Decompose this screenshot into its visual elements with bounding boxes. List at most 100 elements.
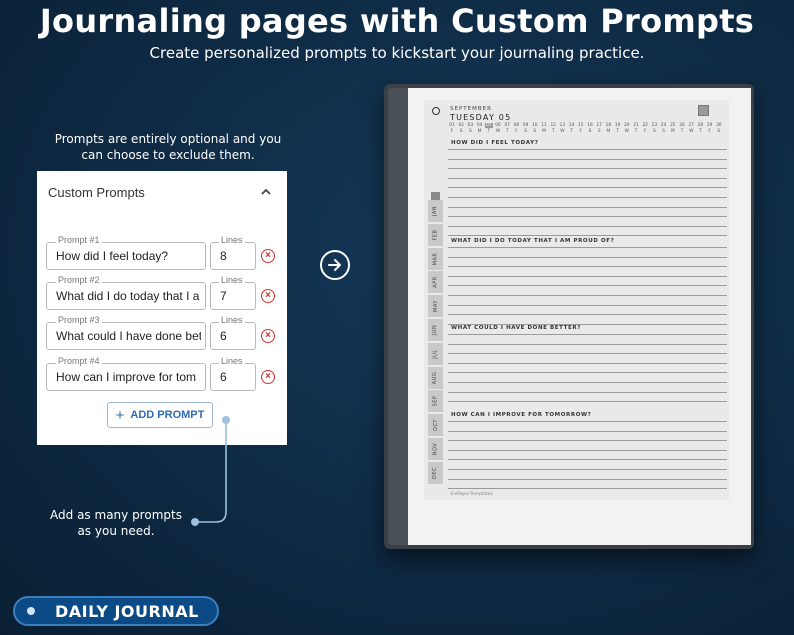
date-cell[interactable]: 15 [577,123,585,128]
writing-line [448,382,727,383]
tablet-bezel [388,88,408,545]
month-tab-jan[interactable]: JAN [428,200,443,222]
date-cell[interactable]: 08 [512,123,520,128]
month-tab-oct[interactable]: OCT [428,414,443,437]
date-cell[interactable]: 05 [484,123,493,128]
writing-line [448,177,727,179]
weekday-cell: F [643,129,647,134]
weekday-cell: F [579,129,583,134]
calendar-icon[interactable] [698,105,709,116]
writing-line [448,158,727,160]
date-cell[interactable]: 03 [466,123,474,128]
weekday-cell: M [670,129,675,134]
month-tab-label: DEC [432,466,439,479]
writing-line [448,362,727,364]
writing-line [448,304,727,306]
month-tab-label: OCT [432,419,439,432]
date-cell[interactable]: 10 [531,123,539,128]
month-tab-label: APR [432,276,439,289]
month-tab-aug[interactable]: AUG [428,366,443,389]
tablet-screen: SEPTEMBER TUESDAY 05 01 F 02 S 03 S 04 M 05 T 06 W 0… [408,88,751,545]
month-tab-dec[interactable]: DEC [428,461,443,484]
writing-line [448,285,727,287]
weekday-cell: W [495,129,501,134]
writing-line [448,275,727,277]
date-cell[interactable]: 12 [549,123,557,128]
writing-line [448,206,727,208]
date-cell[interactable]: 18 [604,123,612,128]
weekday-cell: T [634,129,638,134]
question-title: WHAT COULD I HAVE DONE BETTER? [451,325,581,331]
writing-line [448,295,727,296]
clock-icon[interactable] [432,107,440,115]
month-tab-label: MAY [432,300,439,313]
weekday-cell: T [570,129,573,134]
tablet-device: SEPTEMBER TUESDAY 05 01 F 02 S 03 S 04 M 05 T 06 W 0… [384,84,754,549]
date-cell[interactable]: 26 [678,123,686,128]
weekday-cell: S [653,129,656,134]
weekday-cell: M [477,129,482,134]
date-cell[interactable]: 24 [660,123,668,128]
date-cell[interactable]: 28 [696,123,704,128]
month-tab-jul[interactable]: JUL [428,342,443,365]
month-tab-label: JUN [432,324,439,336]
date-cell[interactable]: 02 [457,123,465,128]
month-tab-apr[interactable]: APR [428,271,443,294]
month-tab-label: NOV [432,442,439,456]
date-strip: 01 F 02 S 03 S 04 M 05 T 06 W 07 T 08 F 09 S 10 S 11 M 12 T 13 W 1… [448,123,732,137]
weekday-cell: T [616,129,619,134]
weekday-cell: W [689,129,694,134]
question-title: WHAT DID I DO TODAY THAT I AM PROUD OF? [451,238,615,244]
month-tab-jun[interactable]: JUN [428,319,443,341]
weekday-cell: S [597,129,601,134]
weekday-cell: S [588,129,592,134]
date-cell[interactable]: 17 [595,123,603,128]
badge-label: DAILY JOURNAL [55,601,199,621]
date-cell[interactable]: 09 [522,123,530,128]
weekday-cell: F [515,129,518,134]
date-cell[interactable]: 11 [540,123,548,128]
month-tab-label: JUL [432,349,439,359]
weekday-cell: W [624,129,629,134]
month-tab-label: MAR [432,252,439,265]
date-cell[interactable]: 06 [494,123,502,128]
month-tab-mar[interactable]: MAR [428,247,443,270]
weekday-cell: S [459,129,463,134]
month-tab-may[interactable]: MAY [428,295,443,318]
date-cell[interactable]: 23 [650,123,658,128]
date-cell[interactable]: 19 [614,123,622,128]
date-cell[interactable]: 04 [476,123,484,128]
weekday-cell: M [542,129,546,134]
writing-line [448,225,727,227]
date-cell[interactable]: 13 [558,123,566,128]
weekday-cell: T [551,129,555,134]
date-cell[interactable]: 29 [706,123,714,128]
writing-line [448,401,727,403]
date-cell[interactable]: 22 [641,123,649,128]
month-tab-sep[interactable]: SEP [428,390,443,413]
date-cell[interactable]: 14 [568,123,576,128]
date-cell[interactable]: 27 [687,123,695,128]
date-cell[interactable]: 16 [586,123,594,128]
month-tab-label: AUG [432,371,439,384]
writing-line [448,314,727,316]
date-cell[interactable]: 20 [623,123,631,128]
page-day: TUESDAY 05 [450,113,512,122]
weekday-cell: M [606,129,611,134]
writing-line [448,343,727,345]
add-note-line1: Add as many prompts [50,508,182,522]
weekday-cell: S [662,129,665,134]
date-cell[interactable]: 01 [448,123,456,128]
month-tab-feb[interactable]: FEB [428,223,443,246]
date-cell[interactable]: 30 [715,123,723,128]
journal-page: SEPTEMBER TUESDAY 05 01 F 02 S 03 S 04 M 05 T 06 W 0… [424,100,729,500]
writing-line [448,449,727,451]
date-cell[interactable]: 07 [503,123,511,128]
weekday-cell: S [533,129,537,134]
date-cell[interactable]: 21 [632,123,640,128]
month-tab-nov[interactable]: NOV [428,438,443,460]
writing-line [448,372,727,374]
writing-line [448,430,727,432]
weekday-cell: S [524,129,527,134]
date-cell[interactable]: 25 [669,123,677,128]
